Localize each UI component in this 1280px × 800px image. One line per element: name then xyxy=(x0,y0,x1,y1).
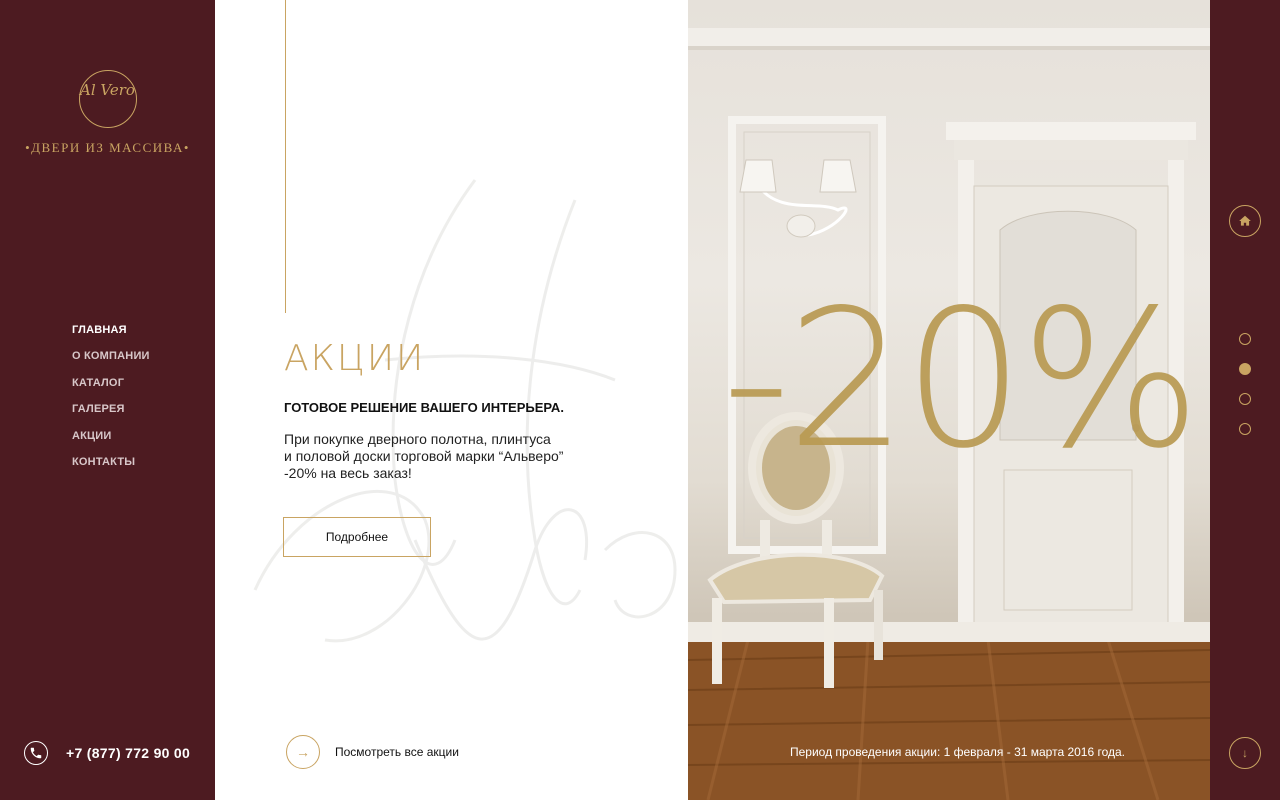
hero-image: -20% Период проведения акции: 1 февраля … xyxy=(688,0,1210,800)
phone-icon xyxy=(24,741,48,765)
slide-dot[interactable] xyxy=(1239,393,1251,405)
nav-link-about[interactable]: О КОМПАНИИ xyxy=(72,350,150,362)
nav-link-promotions[interactable]: АКЦИИ xyxy=(72,430,112,442)
slide-dot-active[interactable] xyxy=(1239,363,1251,375)
logo-script: Al Vero xyxy=(80,81,135,99)
decorative-line xyxy=(285,0,286,313)
main-nav: ГЛАВНАЯ О КОМПАНИИ КАТАЛОГ ГАЛЕРЕЯ АКЦИИ… xyxy=(72,320,150,478)
promo-description-line: и половой доски торговой марки “Альверо” xyxy=(284,448,564,464)
logo-emblem: Al Vero xyxy=(78,70,137,128)
slide-dot[interactable] xyxy=(1239,423,1251,435)
nav-item: ГЛАВНАЯ xyxy=(72,320,150,346)
all-promotions-link[interactable]: → Посмотреть все акции xyxy=(286,735,459,769)
nav-link-catalog[interactable]: КАТАЛОГ xyxy=(72,377,124,389)
more-button[interactable]: Подробнее xyxy=(283,517,431,557)
nav-item: ГАЛЕРЕЯ xyxy=(72,399,150,425)
nav-item: КОНТАКТЫ xyxy=(72,452,150,478)
nav-link-contacts[interactable]: КОНТАКТЫ xyxy=(72,456,135,468)
promo-description-line: При покупке дверного полотна, плинтуса xyxy=(284,431,551,447)
promo-content: АКЦИИ ГОТОВОЕ РЕШЕНИЕ ВАШЕГО ИНТЕРЬЕРА. … xyxy=(215,0,688,800)
discount-label: -20% xyxy=(722,269,1201,490)
home-icon[interactable] xyxy=(1229,205,1261,237)
page-title: АКЦИИ xyxy=(284,338,426,379)
nav-item: КАТАЛОГ xyxy=(72,373,150,399)
promo-period: Период проведения акции: 1 февраля - 31 … xyxy=(790,745,1126,759)
nav-link-gallery[interactable]: ГАЛЕРЕЯ xyxy=(72,403,125,415)
phone-contact[interactable]: +7 (877) 772 90 00 xyxy=(24,741,190,765)
promo-description-line: -20% на весь заказ! xyxy=(284,465,412,481)
phone-number: +7 (877) 772 90 00 xyxy=(66,745,191,761)
logo-tagline: •ДВЕРИ ИЗ МАССИВА• xyxy=(25,140,190,155)
slide-pagination xyxy=(1239,333,1251,453)
watermark-monogram xyxy=(253,179,677,643)
promo-subtitle: ГОТОВОЕ РЕШЕНИЕ ВАШЕГО ИНТЕРЬЕРА. xyxy=(284,400,564,415)
nav-item: АКЦИИ xyxy=(72,426,150,452)
right-sidebar: ↓ xyxy=(1210,0,1280,800)
promo-description: При покупке дверного полотна, плинтуса и… xyxy=(284,431,594,482)
left-sidebar: Al Vero •ДВЕРИ ИЗ МАССИВА• ГЛАВНАЯ О КОМ… xyxy=(0,0,215,800)
slide-dot[interactable] xyxy=(1239,333,1251,345)
nav-link-home[interactable]: ГЛАВНАЯ xyxy=(72,324,127,336)
nav-item: О КОМПАНИИ xyxy=(72,346,150,372)
all-promotions-label: Посмотреть все акции xyxy=(335,745,459,759)
logo[interactable]: Al Vero •ДВЕРИ ИЗ МАССИВА• xyxy=(0,70,215,156)
arrow-right-icon[interactable]: → xyxy=(286,735,320,769)
arrow-down-icon[interactable]: ↓ xyxy=(1229,737,1261,769)
